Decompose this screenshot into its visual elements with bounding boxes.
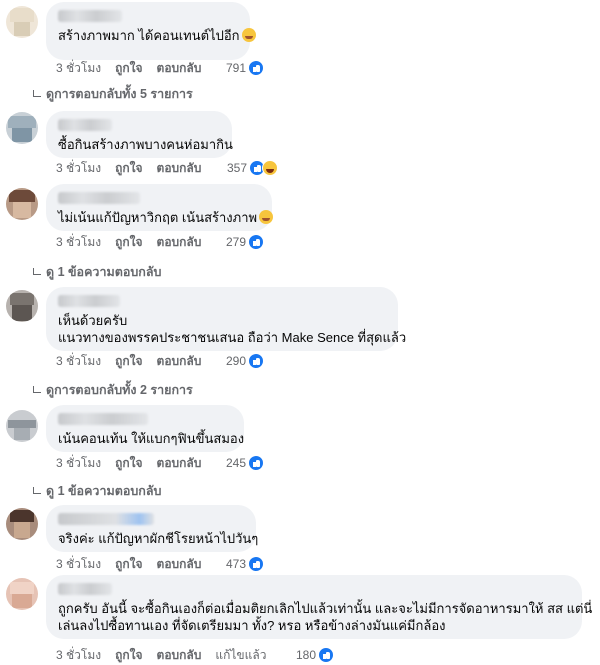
reply-button[interactable]: ตอบกลับ xyxy=(157,352,202,371)
view-replies-link[interactable]: ดูการตอบกลับทั้ง 5 รายการ xyxy=(32,84,193,104)
comment-bubble: เน้นคอนเท้น ให้แบกๆฟินขึ้นสมอง xyxy=(46,405,244,452)
comment-bubble: ซื้อกินสร้างภาพบางคนห่อมากิน xyxy=(46,111,233,158)
view-replies-link[interactable]: ดูการตอบกลับทั้ง 2 รายการ xyxy=(32,380,193,400)
comment-text: ถูกครับ อันนี้ จะซื้อกินเองก็ต่อเมื่อมติ… xyxy=(58,600,593,634)
like-button[interactable]: ถูกใจ xyxy=(115,454,142,473)
comment-actions: 3 ชั่วโมง ถูกใจ ตอบกลับ xyxy=(56,160,201,176)
author-name-blurred[interactable] xyxy=(58,295,120,307)
reaction-count: 245 xyxy=(226,456,247,470)
reply-arrow-icon xyxy=(32,268,42,276)
like-button[interactable]: ถูกใจ xyxy=(115,159,142,178)
laughing-emoji-icon xyxy=(259,210,274,224)
comment-text: จริงค่ะ แก้ปัญหาผักชีโรยหน้าไปวันๆ xyxy=(58,531,259,546)
avatar[interactable] xyxy=(6,578,38,610)
timestamp[interactable]: 3 ชั่วโมง xyxy=(56,233,101,252)
reply-arrow-icon xyxy=(32,487,42,495)
avatar[interactable] xyxy=(6,112,38,144)
comment-actions: 3 ชั่วโมง ถูกใจ ตอบกลับ xyxy=(56,234,201,250)
reply-arrow-icon xyxy=(32,386,42,394)
like-reaction-icon xyxy=(248,455,265,471)
comment-line: เล่นลงไปซื้อทานเอง ที่จัดเตรียมมา ทั้ง? … xyxy=(58,618,446,633)
comment-actions: 3 ชั่วโมง ถูกใจ ตอบกลับ xyxy=(56,455,201,471)
author-name-blurred[interactable] xyxy=(58,119,112,131)
reaction-summary[interactable]: 791 xyxy=(226,60,265,76)
like-button[interactable]: ถูกใจ xyxy=(115,59,142,78)
reaction-summary[interactable]: 180 xyxy=(296,647,335,663)
reaction-summary[interactable]: 245 xyxy=(226,455,265,471)
timestamp[interactable]: 3 ชั่วโมง xyxy=(56,352,101,371)
comment-bubble: ถูกครับ อันนี้ จะซื้อกินเองก็ต่อเมื่อมติ… xyxy=(46,575,593,639)
reaction-summary[interactable]: 279 xyxy=(226,234,265,250)
reaction-count: 180 xyxy=(296,648,317,662)
comment-line: แนวทางของพรรคประชาชนเสนอ ถือว่า Make Sen… xyxy=(58,330,407,345)
like-reaction-icon xyxy=(318,647,335,663)
reaction-count: 357 xyxy=(227,161,248,175)
like-reaction-icon xyxy=(248,234,265,250)
like-button[interactable]: ถูกใจ xyxy=(115,352,142,371)
avatar[interactable] xyxy=(6,290,38,322)
comment-bubble: ไม่เน้นแก้ปัญหาวิกฤต เน้นสร้างภาพ xyxy=(46,184,274,231)
like-button[interactable]: ถูกใจ xyxy=(115,233,142,252)
reaction-summary[interactable]: 290 xyxy=(226,353,265,369)
edited-label: แก้ไขแล้ว xyxy=(215,647,267,662)
comment-text: ซื้อกินสร้างภาพบางคนห่อมากิน xyxy=(58,137,233,152)
timestamp[interactable]: 3 ชั่วโมง xyxy=(56,646,101,665)
comment-line: เห็นด้วยครับ xyxy=(58,313,128,328)
reaction-count: 279 xyxy=(226,235,247,249)
avatar[interactable] xyxy=(6,508,38,540)
view-replies-link[interactable]: ดู 1 ข้อความตอบกลับ xyxy=(32,262,161,282)
like-reaction-icon xyxy=(248,556,265,572)
reaction-summary[interactable]: 473 xyxy=(226,556,265,572)
author-name-blurred[interactable] xyxy=(58,513,154,525)
comment-text: เน้นคอนเท้น ให้แบกๆฟินขึ้นสมอง xyxy=(58,431,245,446)
like-reaction-icon xyxy=(248,60,265,76)
reply-button[interactable]: ตอบกลับ xyxy=(157,454,202,473)
reaction-count: 290 xyxy=(226,354,247,368)
avatar[interactable] xyxy=(6,6,38,38)
author-name-blurred[interactable] xyxy=(58,192,140,204)
comment-line: ถูกครับ อันนี้ จะซื้อกินเองก็ต่อเมื่อมติ… xyxy=(58,601,593,616)
view-replies-label: ดูการตอบกลับทั้ง 5 รายการ xyxy=(46,87,193,101)
like-button[interactable]: ถูกใจ xyxy=(115,646,142,665)
comment-bubble: เห็นด้วยครับ แนวทางของพรรคประชาชนเสนอ ถื… xyxy=(46,287,407,351)
reply-button[interactable]: ตอบกลับ xyxy=(157,59,202,78)
comment-text: สร้างภาพมาก ได้คอนเทนต์ไปอีก xyxy=(58,27,256,44)
comment-bubble: สร้างภาพมาก ได้คอนเทนต์ไปอีก xyxy=(46,2,256,60)
author-name-blurred[interactable] xyxy=(58,583,112,595)
comment-text: ไม่เน้นแก้ปัญหาวิกฤต เน้นสร้างภาพ xyxy=(58,209,274,226)
author-name-blurred[interactable] xyxy=(58,413,148,425)
reaction-count: 791 xyxy=(226,61,247,75)
reply-button[interactable]: ตอบกลับ xyxy=(157,233,202,252)
timestamp[interactable]: 3 ชั่วโมง xyxy=(56,454,101,473)
reply-button[interactable]: ตอบกลับ xyxy=(157,555,202,574)
laughing-emoji-icon xyxy=(241,28,256,42)
comment-actions: 3 ชั่วโมง ถูกใจ ตอบกลับ xyxy=(56,556,201,572)
like-button[interactable]: ถูกใจ xyxy=(115,555,142,574)
comment-actions: 3 ชั่วโมง ถูกใจ ตอบกลับ xyxy=(56,60,201,76)
avatar[interactable] xyxy=(6,410,38,442)
haha-reaction-icon xyxy=(262,160,279,176)
like-reaction-icon xyxy=(248,353,265,369)
view-replies-label: ดูการตอบกลับทั้ง 2 รายการ xyxy=(46,383,193,397)
reaction-count: 473 xyxy=(226,557,247,571)
comment-actions: 3 ชั่วโมง ถูกใจ ตอบกลับ xyxy=(56,353,201,369)
author-name-blurred[interactable] xyxy=(58,10,122,22)
timestamp[interactable]: 3 ชั่วโมง xyxy=(56,159,101,178)
timestamp[interactable]: 3 ชั่วโมง xyxy=(56,555,101,574)
reaction-summary[interactable]: 357 xyxy=(227,160,279,176)
reply-button[interactable]: ตอบกลับ xyxy=(157,646,202,665)
reply-arrow-icon xyxy=(32,90,42,98)
reply-button[interactable]: ตอบกลับ xyxy=(157,159,202,178)
view-replies-link[interactable]: ดู 1 ข้อความตอบกลับ xyxy=(32,481,161,501)
avatar[interactable] xyxy=(6,188,38,220)
view-replies-label: ดู 1 ข้อความตอบกลับ xyxy=(46,484,162,498)
comment-actions: 3 ชั่วโมง ถูกใจ ตอบกลับ แก้ไขแล้ว xyxy=(56,647,266,663)
view-replies-label: ดู 1 ข้อความตอบกลับ xyxy=(46,265,162,279)
comment-text: เห็นด้วยครับ แนวทางของพรรคประชาชนเสนอ ถื… xyxy=(58,312,407,346)
timestamp[interactable]: 3 ชั่วโมง xyxy=(56,59,101,78)
comment-bubble: จริงค่ะ แก้ปัญหาผักชีโรยหน้าไปวันๆ xyxy=(46,505,259,552)
